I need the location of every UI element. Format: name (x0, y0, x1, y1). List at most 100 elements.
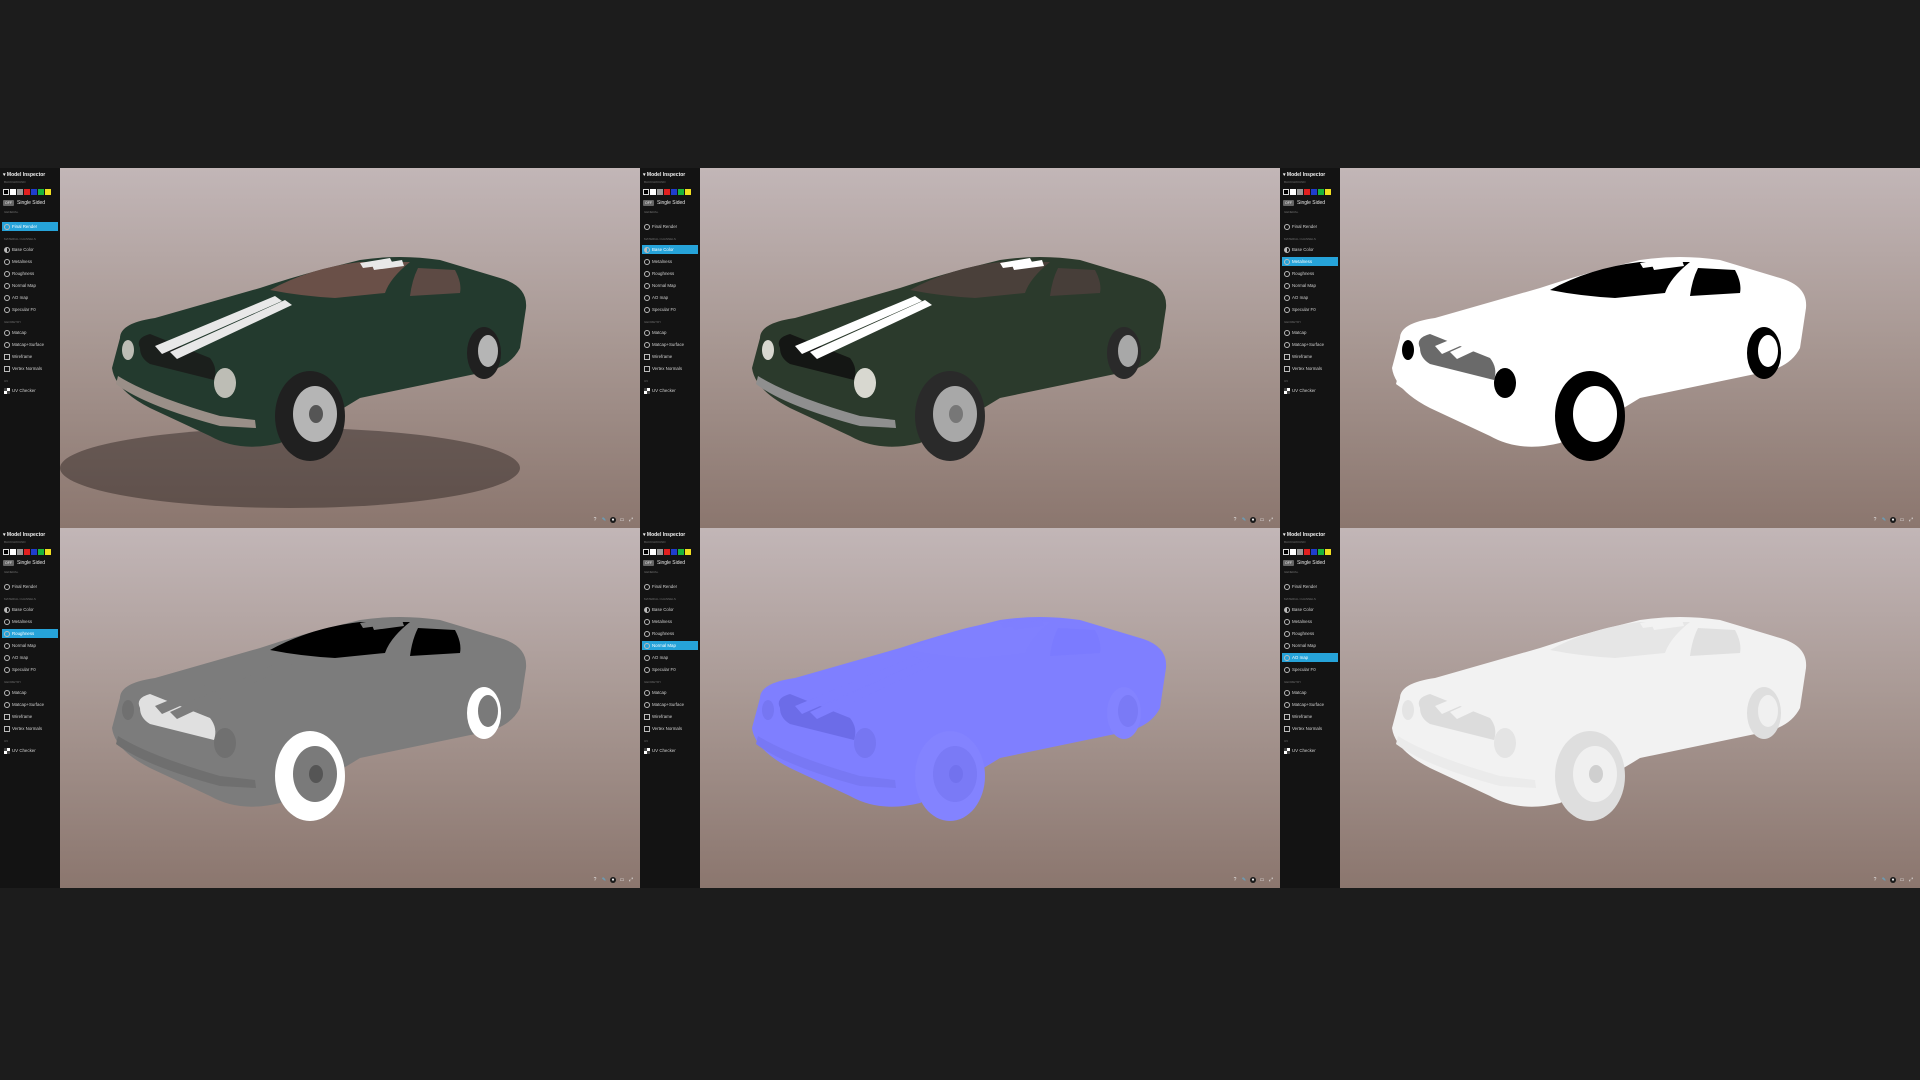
background-swatch[interactable] (643, 548, 649, 555)
background-swatch[interactable] (45, 548, 51, 555)
item-vertex-normals[interactable]: Vertex Normals (642, 364, 698, 373)
item-uv-checker[interactable]: UV Checker (642, 746, 698, 755)
item-roughness[interactable]: Roughness (642, 629, 698, 638)
item-final-render[interactable]: Final Render (1282, 582, 1338, 591)
item-matcap[interactable]: Matcap (642, 688, 698, 697)
single-sided-toggle[interactable]: OFF Single Sided (1283, 560, 1325, 566)
pencil-icon[interactable]: ✎ (601, 517, 607, 523)
item-final-render[interactable]: Final Render (2, 582, 58, 591)
help-icon[interactable]: ? (1872, 517, 1878, 523)
background-swatch[interactable] (38, 548, 44, 555)
item-final-render[interactable]: Final Render (642, 222, 698, 231)
background-swatch[interactable] (31, 188, 37, 195)
record-icon[interactable]: ● (1890, 877, 1896, 883)
item-roughness[interactable]: Roughness (1282, 269, 1338, 278)
fullscreen-icon[interactable]: ⤢ (628, 517, 634, 523)
item-normal-map[interactable]: Normal Map (2, 281, 58, 290)
item-base-color[interactable]: Base Color (2, 605, 58, 614)
vr-icon[interactable]: ▭ (1259, 877, 1265, 883)
item-base-color[interactable]: Base Color (642, 605, 698, 614)
background-swatch[interactable] (1297, 188, 1303, 195)
background-swatch[interactable] (1290, 548, 1296, 555)
item-normal-map[interactable]: Normal Map (2, 641, 58, 650)
background-swatch[interactable] (3, 188, 9, 195)
item-uv-checker[interactable]: UV Checker (642, 386, 698, 395)
item-matcap-surface[interactable]: Matcap+Surface (642, 340, 698, 349)
item-roughness[interactable]: Roughness (642, 269, 698, 278)
background-swatch[interactable] (10, 548, 16, 555)
inspector-title[interactable]: ▾ Model Inspector (1283, 172, 1325, 178)
record-icon[interactable]: ● (1250, 877, 1256, 883)
background-swatch[interactable] (45, 188, 51, 195)
fullscreen-icon[interactable]: ⤢ (1268, 517, 1274, 523)
item-ao-map[interactable]: AO map (642, 293, 698, 302)
item-normal-map[interactable]: Normal Map (642, 281, 698, 290)
background-swatch[interactable] (671, 188, 677, 195)
vr-icon[interactable]: ▭ (1899, 877, 1905, 883)
item-ao-map[interactable]: AO map (1282, 293, 1338, 302)
item-vertex-normals[interactable]: Vertex Normals (1282, 724, 1338, 733)
background-swatch[interactable] (657, 188, 663, 195)
item-matcap[interactable]: Matcap (642, 328, 698, 337)
item-matcap-surface[interactable]: Matcap+Surface (2, 340, 58, 349)
background-swatch[interactable] (1325, 548, 1331, 555)
item-ao-map[interactable]: AO map (2, 293, 58, 302)
item-uv-checker[interactable]: UV Checker (1282, 386, 1338, 395)
background-swatch[interactable] (3, 548, 9, 555)
background-swatch[interactable] (1290, 188, 1296, 195)
item-wireframe[interactable]: Wireframe (2, 712, 58, 721)
inspector-title[interactable]: ▾ Model Inspector (1283, 532, 1325, 538)
background-swatch[interactable] (650, 188, 656, 195)
item-ao-map[interactable]: AO map (2, 653, 58, 662)
fullscreen-icon[interactable]: ⤢ (1268, 877, 1274, 883)
item-matcap-surface[interactable]: Matcap+Surface (1282, 700, 1338, 709)
background-swatch[interactable] (1318, 548, 1324, 555)
background-swatch[interactable] (650, 548, 656, 555)
item-normal-map[interactable]: Normal Map (642, 641, 698, 650)
item-roughness[interactable]: Roughness (1282, 629, 1338, 638)
item-metalness[interactable]: Metalness (642, 257, 698, 266)
fullscreen-icon[interactable]: ⤢ (1908, 877, 1914, 883)
background-swatch[interactable] (17, 188, 23, 195)
3d-viewport[interactable]: ? ✎ ● ▭ ⤢ (1340, 528, 1920, 888)
item-wireframe[interactable]: Wireframe (1282, 712, 1338, 721)
item-matcap-surface[interactable]: Matcap+Surface (1282, 340, 1338, 349)
item-base-color[interactable]: Base Color (2, 245, 58, 254)
pencil-icon[interactable]: ✎ (1881, 877, 1887, 883)
single-sided-toggle[interactable]: OFF Single Sided (643, 200, 685, 206)
item-specular-f0[interactable]: Specular F0 (642, 665, 698, 674)
background-swatch[interactable] (31, 548, 37, 555)
item-specular-f0[interactable]: Specular F0 (642, 305, 698, 314)
background-swatch[interactable] (24, 188, 30, 195)
vr-icon[interactable]: ▭ (1899, 517, 1905, 523)
fullscreen-icon[interactable]: ⤢ (1908, 517, 1914, 523)
inspector-title[interactable]: ▾ Model Inspector (643, 532, 685, 538)
pencil-icon[interactable]: ✎ (1241, 517, 1247, 523)
pencil-icon[interactable]: ✎ (1241, 877, 1247, 883)
item-metalness[interactable]: Metalness (1282, 257, 1338, 266)
background-swatch[interactable] (678, 188, 684, 195)
background-swatch[interactable] (657, 548, 663, 555)
background-swatch[interactable] (1304, 548, 1310, 555)
background-swatch[interactable] (10, 188, 16, 195)
item-uv-checker[interactable]: UV Checker (2, 746, 58, 755)
background-swatch[interactable] (1325, 188, 1331, 195)
pencil-icon[interactable]: ✎ (601, 877, 607, 883)
3d-viewport[interactable]: ? ✎ ● ▭ ⤢ (60, 168, 640, 528)
inspector-title[interactable]: ▾ Model Inspector (3, 172, 45, 178)
item-vertex-normals[interactable]: Vertex Normals (642, 724, 698, 733)
inspector-title[interactable]: ▾ Model Inspector (3, 532, 45, 538)
item-base-color[interactable]: Base Color (1282, 245, 1338, 254)
single-sided-toggle[interactable]: OFF Single Sided (3, 560, 45, 566)
item-metalness[interactable]: Metalness (1282, 617, 1338, 626)
background-swatch[interactable] (671, 548, 677, 555)
single-sided-toggle[interactable]: OFF Single Sided (3, 200, 45, 206)
single-sided-toggle[interactable]: OFF Single Sided (643, 560, 685, 566)
item-normal-map[interactable]: Normal Map (1282, 281, 1338, 290)
item-matcap[interactable]: Matcap (2, 328, 58, 337)
item-vertex-normals[interactable]: Vertex Normals (2, 364, 58, 373)
item-specular-f0[interactable]: Specular F0 (2, 305, 58, 314)
item-normal-map[interactable]: Normal Map (1282, 641, 1338, 650)
item-uv-checker[interactable]: UV Checker (1282, 746, 1338, 755)
item-roughness[interactable]: Roughness (2, 629, 58, 638)
